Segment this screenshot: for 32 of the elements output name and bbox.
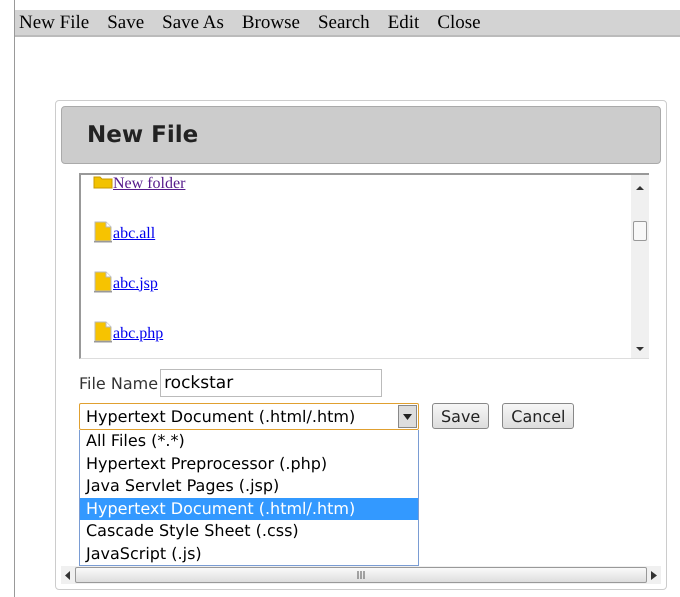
file-name-label: File Name [79, 374, 158, 393]
dialog-title: New File [87, 122, 198, 148]
file-type-option[interactable]: Java Servlet Pages (.jsp) [80, 475, 418, 498]
menu-item[interactable]: Search [318, 12, 370, 34]
scroll-left-icon[interactable] [65, 570, 71, 580]
menu-item[interactable]: Save [107, 12, 144, 34]
file-link[interactable]: abc.php [113, 324, 164, 343]
menu-item[interactable]: New File [19, 12, 90, 34]
menu-item[interactable]: Edit [388, 12, 420, 34]
file-type-select[interactable]: Hypertext Document (.html/.htm) [79, 403, 419, 430]
file-icon [93, 220, 113, 243]
file-link[interactable]: abc.jsp [113, 274, 158, 293]
file-type-option[interactable]: JavaScript (.js) [80, 542, 418, 566]
file-type-option[interactable]: All Files (*.*) [80, 430, 418, 453]
file-type-option[interactable]: Cascade Style Sheet (.css) [80, 520, 418, 543]
file-name-field[interactable]: rockstar [160, 369, 382, 398]
grip-icon [356, 571, 366, 580]
file-icon [93, 270, 113, 293]
dialog-button[interactable]: Cancel [502, 403, 574, 430]
vertical-scrollbar[interactable] [631, 174, 649, 358]
file-icon [93, 320, 113, 343]
dropdown-caret-icon [403, 414, 412, 420]
dialog-button[interactable]: Save [432, 403, 490, 430]
file-link[interactable]: abc.all [113, 224, 156, 243]
folder-icon [93, 174, 113, 189]
file-type-option[interactable]: Hypertext Preprocessor (.php) [80, 452, 418, 476]
scroll-right-icon[interactable] [651, 570, 657, 580]
file-link[interactable]: New folder [113, 174, 186, 193]
scrollbar-thumb[interactable] [633, 220, 647, 241]
menu-item[interactable]: Browse [242, 12, 300, 34]
menu-item[interactable]: Close [437, 12, 481, 34]
menu-item[interactable]: Save As [162, 12, 224, 34]
